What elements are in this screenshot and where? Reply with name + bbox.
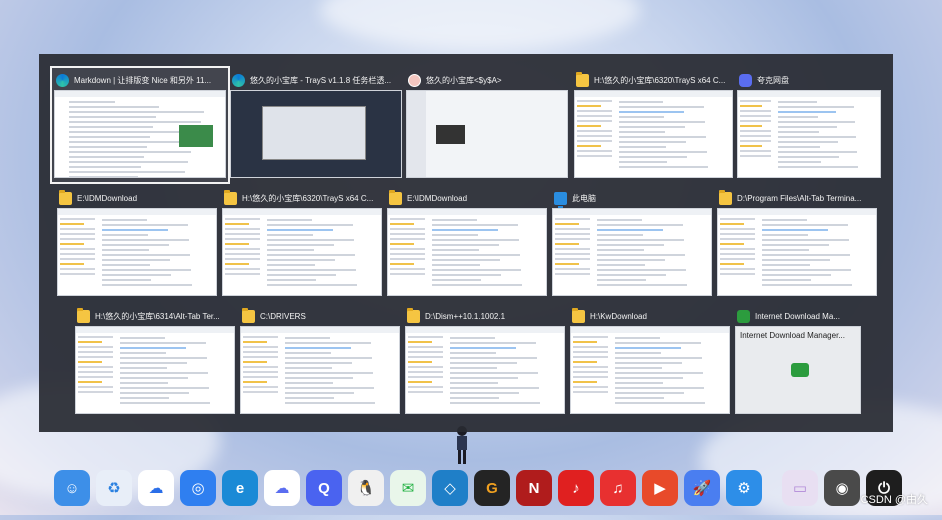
window-thumbnail bbox=[717, 208, 877, 296]
window-tile[interactable]: 悠久的小宝库<$y$A> bbox=[404, 68, 570, 182]
disk-app-icon[interactable]: ◉ bbox=[824, 470, 860, 506]
quark-cloud-app-icon[interactable]: ☁ bbox=[264, 470, 300, 506]
edge-app-icon[interactable]: e bbox=[222, 470, 258, 506]
alt-tab-switcher: Markdown | 让排版变 Nice 和另外 11... 悠久的小宝库 - T… bbox=[39, 54, 893, 432]
window-title: H:\悠久的小宝库\6320\TrayS x64 C... bbox=[242, 193, 374, 203]
folder-icon bbox=[719, 189, 732, 205]
idm-thumbnail-text: Internet Download Manager... bbox=[740, 331, 845, 340]
steam-like-app-icon[interactable]: G bbox=[474, 470, 510, 506]
window-tile[interactable]: D:\Dism++10.1.1002.1 bbox=[403, 304, 567, 418]
baidu-netdisk-app-icon[interactable]: ☁ bbox=[138, 470, 174, 506]
window-tile[interactable]: H:\悠久的小宝库\6314\Alt-Tab Ter... bbox=[73, 304, 237, 418]
window-thumbnail bbox=[75, 326, 235, 414]
window-title: Markdown | 让排版变 Nice 和另外 11... bbox=[74, 75, 212, 85]
window-thumbnail: Internet Download Manager... bbox=[735, 326, 861, 414]
idm-icon bbox=[737, 309, 750, 323]
window-thumbnail bbox=[737, 90, 881, 178]
qq-app-icon[interactable]: 🐧 bbox=[348, 470, 384, 506]
window-thumbnail bbox=[405, 326, 565, 414]
window-tile-header: E:\IDMDownload bbox=[59, 189, 215, 206]
window-thumbnail bbox=[574, 90, 733, 178]
window-tile[interactable]: 夸克网盘 bbox=[735, 68, 883, 182]
idm-logo-icon bbox=[790, 363, 809, 378]
window-tile-header: H:\悠久的小宝库\6314\Alt-Tab Ter... bbox=[77, 307, 233, 324]
naraka-app-icon[interactable]: N bbox=[516, 470, 552, 506]
window-title: D:\Dism++10.1.1002.1 bbox=[425, 311, 506, 321]
window-tile-header: C:\DRIVERS bbox=[242, 307, 398, 324]
window-title: 悠久的小宝库 - TrayS v1.1.8 任务栏透... bbox=[250, 75, 392, 85]
window-title: C:\DRIVERS bbox=[260, 311, 306, 321]
window-tile-header: D:\Program Files\Alt-Tab Termina... bbox=[719, 189, 875, 206]
window-tile[interactable]: H:\悠久的小宝库\6320\TrayS x64 C... bbox=[572, 68, 735, 182]
window-thumbnail bbox=[222, 208, 382, 296]
folder-icon bbox=[77, 307, 90, 323]
window-tile[interactable]: E:\IDMDownload bbox=[385, 186, 549, 300]
window-title: E:\IDMDownload bbox=[77, 193, 138, 203]
folder-icon bbox=[59, 189, 72, 205]
window-tile-header: 此电脑 bbox=[554, 190, 710, 208]
watermark: CSDN @由久 bbox=[860, 494, 928, 506]
window-thumbnail bbox=[240, 326, 400, 414]
window-title: Internet Download Ma... bbox=[755, 311, 840, 321]
window-thumbnail bbox=[552, 208, 712, 296]
avatar-icon bbox=[408, 73, 421, 87]
pc-icon bbox=[554, 191, 567, 208]
window-title: H:\KwDownload bbox=[590, 311, 647, 321]
window-tile[interactable]: 此电脑 bbox=[550, 186, 714, 300]
folder-icon bbox=[576, 71, 589, 87]
window-tile-header: 悠久的小宝库<$y$A> bbox=[408, 72, 566, 88]
quark-browser-app-icon[interactable]: Q bbox=[306, 470, 342, 506]
window-tile-header: 夸克网盘 bbox=[739, 72, 879, 88]
window-tile-header: H:\悠久的小宝库\6320\TrayS x64 C... bbox=[576, 71, 731, 88]
folder-icon bbox=[407, 307, 420, 323]
window-title: 夸克网盘 bbox=[757, 75, 789, 85]
window-tile[interactable]: H:\KwDownload bbox=[568, 304, 732, 418]
window-tile-header: H:\悠久的小宝库\6320\TrayS x64 C... bbox=[224, 189, 380, 206]
virtualbox-app-icon[interactable]: ◇ bbox=[432, 470, 468, 506]
window-title: 此电脑 bbox=[572, 193, 596, 203]
netease-music-app-icon[interactable]: ♪ bbox=[558, 470, 594, 506]
window-title: D:\Program Files\Alt-Tab Termina... bbox=[737, 193, 862, 203]
window-thumbnail bbox=[406, 90, 568, 178]
rocket-app-icon[interactable]: 🚀 bbox=[684, 470, 720, 506]
window-thumbnail bbox=[387, 208, 547, 296]
xunlei-app-icon[interactable]: ▶ bbox=[642, 470, 678, 506]
window-tile[interactable]: E:\IDMDownload bbox=[55, 186, 219, 300]
recycle-bin-app-icon[interactable]: ♻ bbox=[96, 470, 132, 506]
window-thumbnail bbox=[570, 326, 730, 414]
folder-icon bbox=[224, 189, 237, 205]
window-thumbnail bbox=[54, 90, 226, 178]
window-tile-header: D:\Dism++10.1.1002.1 bbox=[407, 307, 563, 324]
window-title: H:\悠久的小宝库\6314\Alt-Tab Ter... bbox=[95, 311, 220, 321]
window-tile-header: E:\IDMDownload bbox=[389, 189, 545, 206]
music-app-icon[interactable]: ♫ bbox=[600, 470, 636, 506]
folder-app-icon[interactable]: ▭ bbox=[782, 470, 818, 506]
window-tile[interactable]: C:\DRIVERS bbox=[238, 304, 402, 418]
window-title: 悠久的小宝库<$y$A> bbox=[426, 75, 502, 85]
window-tile[interactable]: Markdown | 让排版变 Nice 和另外 11... bbox=[50, 66, 230, 184]
window-tile-header: Markdown | 让排版变 Nice 和另外 11... bbox=[56, 72, 224, 88]
window-tile-header: H:\KwDownload bbox=[572, 307, 728, 324]
folder-icon bbox=[242, 307, 255, 323]
edge-icon bbox=[56, 73, 69, 87]
window-tile[interactable]: H:\悠久的小宝库\6320\TrayS x64 C... bbox=[220, 186, 384, 300]
cloud-icon bbox=[739, 73, 752, 87]
settings-app-icon[interactable]: ⚙ bbox=[726, 470, 762, 506]
folder-icon bbox=[572, 307, 585, 323]
window-tile[interactable]: Internet Download Ma... Internet Download… bbox=[733, 304, 863, 418]
edge-icon bbox=[232, 73, 245, 87]
window-thumbnail bbox=[230, 90, 402, 178]
dock: ☺ ♻ ☁ ◎ e ☁ Q 🐧 ✉ ◇ G N ♪ ♫ ▶ 🚀 ⚙ ▭ ◉ ⏻ bbox=[52, 464, 902, 512]
finder-app-icon[interactable]: ☺ bbox=[54, 470, 90, 506]
window-tile-header: 悠久的小宝库 - TrayS v1.1.8 任务栏透... bbox=[232, 72, 400, 88]
wechat-app-icon[interactable]: ✉ bbox=[390, 470, 426, 506]
window-title: H:\悠久的小宝库\6320\TrayS x64 C... bbox=[594, 75, 726, 85]
window-tile[interactable]: 悠久的小宝库 - TrayS v1.1.8 任务栏透... bbox=[228, 68, 404, 182]
window-tile[interactable]: D:\Program Files\Alt-Tab Termina... bbox=[715, 186, 879, 300]
window-tile-header: Internet Download Ma... bbox=[737, 308, 859, 324]
window-title: E:\IDMDownload bbox=[407, 193, 468, 203]
browser-app-icon[interactable]: ◎ bbox=[180, 470, 216, 506]
window-thumbnail bbox=[57, 208, 217, 296]
folder-icon bbox=[389, 189, 402, 205]
